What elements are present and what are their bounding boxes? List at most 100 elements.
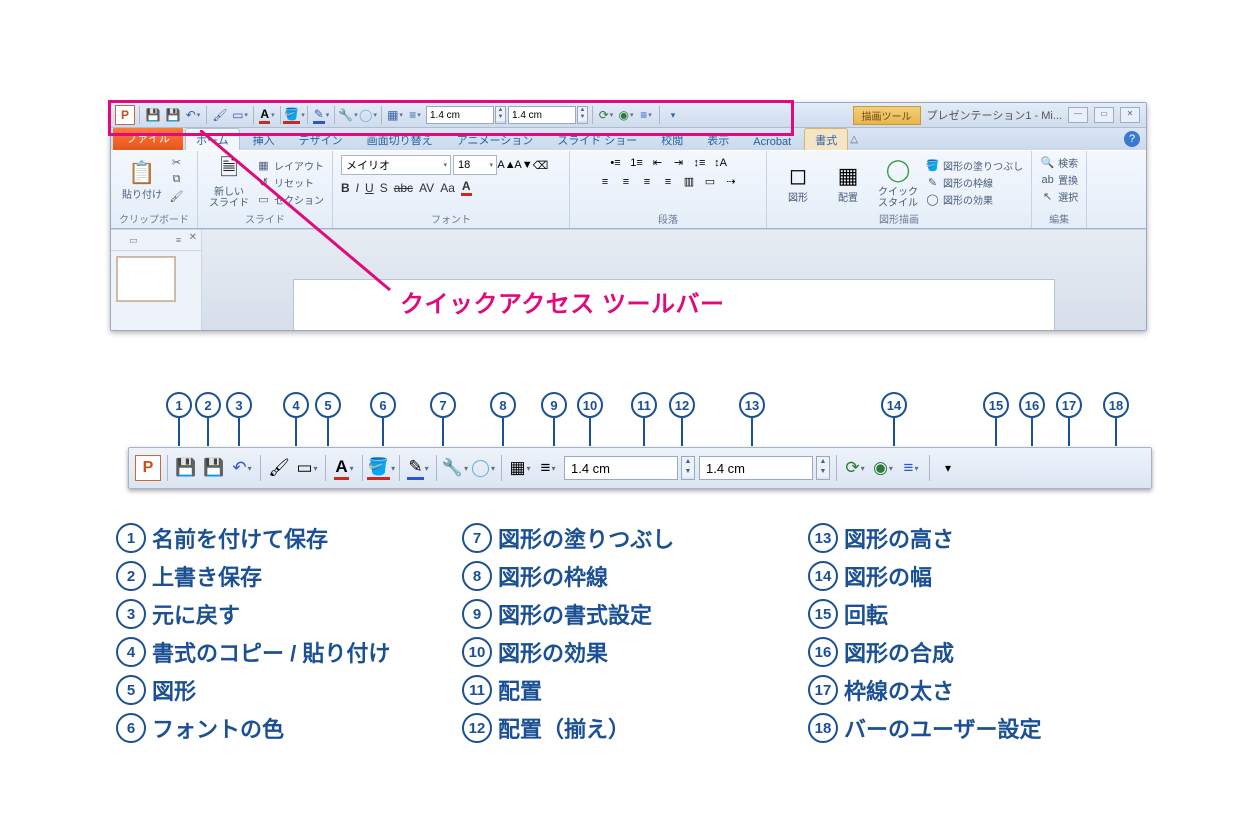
merge-shapes-icon[interactable]: ◉ [871,456,895,480]
shape-fill-icon[interactable]: 🪣 [369,456,393,480]
qat-shape-outline-icon[interactable]: ✎ [312,106,330,124]
rotate-icon[interactable]: ⟳ [843,456,867,480]
help-icon[interactable]: ? [1124,131,1140,147]
qat-arrange-icon[interactable]: ▦ [386,106,404,124]
arrange-icon[interactable]: ▦ [508,456,532,480]
justify-icon[interactable]: ≡ [661,174,676,189]
tab-transitions[interactable]: 画面切り替え [356,128,444,150]
paste-button[interactable]: 📋 貼り付け [119,158,165,201]
select-button[interactable]: ↖選択 [1040,189,1078,204]
underline-icon[interactable]: U [365,181,374,195]
clear-format-icon[interactable]: ⌫ [533,158,548,173]
tab-insert[interactable]: 挿入 [242,128,286,150]
qat-width-spinner[interactable]: ▲▼ [577,106,588,124]
tab-review[interactable]: 校閲 [650,128,694,150]
save-as-icon[interactable]: 💾 [174,456,198,480]
qat-font-color-icon[interactable]: A [258,106,276,124]
find-button[interactable]: 🔍検索 [1040,155,1078,170]
qat-rotate-icon[interactable]: ⟳ [597,106,615,124]
shadow-icon[interactable]: S [380,181,388,195]
shape-effects-icon[interactable]: ◯ [471,456,495,480]
indent-inc-icon[interactable]: ⇥ [671,155,686,170]
replace-button[interactable]: ab置換 [1040,172,1078,187]
font-color-icon[interactable]: A [332,456,356,480]
qat-shape-width-input[interactable]: 1.4 cm [508,106,576,124]
pane-close-icon[interactable]: ✕ [189,232,197,243]
bullets-icon[interactable]: •≡ [608,155,623,170]
qat-undo-icon[interactable]: ↶ [184,106,202,124]
qat-format-painter-icon[interactable]: 🖌 [211,106,229,124]
slide-thumbnail[interactable]: 1 [117,257,175,301]
shape-outline-icon[interactable]: ✎ [406,456,430,480]
shape-fill-button[interactable]: 🪣図形の塗りつぶし [925,158,1023,173]
qat-shape-height-input[interactable]: 1.4 cm [426,106,494,124]
format-painter-icon[interactable]: 🖌 [267,456,291,480]
columns-icon[interactable]: ▥ [682,174,697,189]
shapes-icon[interactable]: ▭ [295,456,319,480]
format-painter-icon[interactable]: 🖌 [169,189,184,204]
minimize-button[interactable]: — [1068,107,1088,123]
font-size-select[interactable]: 18 [453,155,497,175]
slide-thumbnail-pane[interactable]: ▭≡ ✕ 1 [111,230,202,330]
close-button[interactable]: ✕ [1120,107,1140,123]
char-spacing-icon[interactable]: AV [419,181,434,195]
quick-styles-button[interactable]: ◯クイック スタイル [875,155,921,209]
tab-file[interactable]: ファイル [113,126,183,150]
shrink-font-icon[interactable]: A▼ [516,158,531,173]
save-icon[interactable]: 💾 [202,456,226,480]
undo-icon[interactable]: ↶ [230,456,254,480]
ribbon-minimize-icon[interactable]: △ [850,134,864,145]
bold-icon[interactable]: B [341,181,350,195]
shape-height-input[interactable]: 1.4 cm [564,456,678,480]
qat-save-as-icon[interactable]: 💾 [144,106,162,124]
smartart-icon[interactable]: ⇢ [724,174,739,189]
shape-outline-button[interactable]: ✎図形の枠線 [925,175,1023,190]
strike-icon[interactable]: abc [394,181,413,195]
shape-effects-button[interactable]: ◯図形の効果 [925,192,1023,207]
height-spinner[interactable]: ▲▼ [681,456,695,480]
tab-home[interactable]: ホーム [185,128,240,150]
text-direction-icon[interactable]: ↕A [713,155,728,170]
qat-shape-format-icon[interactable]: 🔧 [339,106,357,124]
qat-line-weight-icon[interactable]: ≡ [637,106,655,124]
align-left-icon[interactable]: ≡ [598,174,613,189]
align-icon[interactable]: ≡ [536,456,560,480]
font-name-select[interactable]: メイリオ [341,155,451,175]
align-center-icon[interactable]: ≡ [619,174,634,189]
tab-format-contextual[interactable]: 書式 [804,128,848,150]
qat-shapes-icon[interactable]: ▭ [231,106,249,124]
new-slide-button[interactable]: 🗎 新しい スライド [206,155,252,209]
tab-design[interactable]: デザイン [288,128,354,150]
maximize-button[interactable]: ▭ [1094,107,1114,123]
copy-icon[interactable]: ⧉ [169,172,184,187]
align-text-icon[interactable]: ▭ [703,174,718,189]
tab-slideshow[interactable]: スライド ショー [546,128,648,150]
section-button[interactable]: ▭セクション [256,192,324,207]
grow-font-icon[interactable]: A▲ [499,158,514,173]
cut-icon[interactable]: ✂ [169,155,184,170]
line-weight-icon[interactable]: ≡ [899,456,923,480]
line-spacing-icon[interactable]: ↕≡ [692,155,707,170]
italic-icon[interactable]: I [356,181,359,195]
layout-button[interactable]: ▦レイアウト [256,158,324,173]
indent-dec-icon[interactable]: ⇤ [650,155,665,170]
align-right-icon[interactable]: ≡ [640,174,655,189]
shapes-button[interactable]: ◻図形 [775,161,821,204]
numbering-icon[interactable]: 1≡ [629,155,644,170]
qat-height-spinner[interactable]: ▲▼ [495,106,506,124]
reset-button[interactable]: ↺リセット [256,175,324,190]
change-case-icon[interactable]: Aa [440,181,455,195]
arrange-button[interactable]: ▦配置 [825,161,871,204]
qat-merge-shapes-icon[interactable]: ◉ [617,106,635,124]
qat-align-icon[interactable]: ≡ [406,106,424,124]
shape-width-input[interactable]: 1.4 cm [699,456,813,480]
customize-toolbar-icon[interactable]: ▾ [936,456,960,480]
width-spinner[interactable]: ▲▼ [816,456,830,480]
contextual-tab[interactable]: 描画ツール [853,106,921,125]
tab-animations[interactable]: アニメーション [446,128,545,150]
qat-customize-icon[interactable]: ▾ [664,106,682,124]
tab-view[interactable]: 表示 [696,128,740,150]
qat-save-icon[interactable]: 💾 [164,106,182,124]
qat-shape-effects-icon[interactable]: ◯ [359,106,377,124]
font-color-icon[interactable]: A [461,179,472,196]
